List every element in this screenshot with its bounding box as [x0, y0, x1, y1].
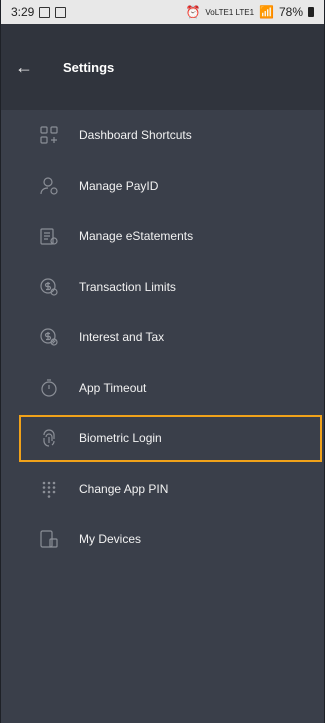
settings-item-label: Manage eStatements: [79, 229, 194, 244]
status-time: 3:29: [11, 5, 35, 19]
dollar-gear-icon: [39, 277, 59, 297]
status-bar: 3:29 ⏰ VoLTE1 LTE1 📶 78%: [1, 0, 324, 24]
grid-plus-icon: [39, 125, 59, 145]
settings-item-label: App Timeout: [79, 380, 147, 395]
settings-item-my-devices[interactable]: My Devices: [1, 514, 324, 565]
user-gear-icon: [39, 176, 59, 196]
keypad-icon: [39, 479, 59, 499]
settings-item-label: My Devices: [79, 532, 142, 547]
network-label: VoLTE1 LTE1: [205, 7, 255, 17]
settings-item-label: Manage PayID: [79, 178, 159, 193]
timer-icon: [39, 378, 59, 398]
signal-icon: 📶: [259, 5, 274, 19]
page-title: Settings: [63, 59, 115, 75]
battery-label: 78%: [278, 5, 303, 19]
gallery-notification-icon: [39, 6, 51, 18]
settings-item-interest-and-tax[interactable]: Interest and Tax: [1, 312, 324, 363]
settings-item-transaction-limits[interactable]: Transaction Limits: [1, 262, 324, 313]
settings-list: Dashboard Shortcuts Manage PayID Manage …: [1, 110, 324, 565]
settings-item-dashboard-shortcuts[interactable]: Dashboard Shortcuts: [1, 110, 324, 161]
back-button[interactable]: ←: [15, 57, 63, 78]
settings-item-app-timeout[interactable]: App Timeout: [1, 363, 324, 414]
battery-icon: [308, 7, 314, 17]
settings-item-manage-estatements[interactable]: Manage eStatements: [1, 211, 324, 262]
settings-item-label: Dashboard Shortcuts: [79, 128, 192, 143]
app-frame: 3:29 ⏰ VoLTE1 LTE1 📶 78% ← Settings Dash…: [0, 0, 325, 723]
header: ← Settings: [1, 24, 324, 110]
settings-item-label: Change App PIN: [79, 481, 169, 496]
alarm-icon: ⏰: [185, 5, 201, 19]
dollar-percent-icon: [39, 327, 59, 347]
settings-item-manage-payid[interactable]: Manage PayID: [1, 161, 324, 212]
settings-item-label: Transaction Limits: [79, 279, 176, 294]
settings-item-label: Biometric Login: [79, 431, 162, 446]
fingerprint-icon: [39, 428, 59, 448]
check-notification-icon: [55, 6, 67, 18]
document-gear-icon: [39, 226, 59, 246]
settings-item-label: Interest and Tax: [79, 330, 165, 345]
devices-icon: [39, 529, 59, 549]
arrow-left-icon: ←: [15, 56, 33, 77]
settings-item-biometric-login[interactable]: Biometric Login: [1, 413, 324, 464]
settings-item-change-app-pin[interactable]: Change App PIN: [1, 464, 324, 515]
